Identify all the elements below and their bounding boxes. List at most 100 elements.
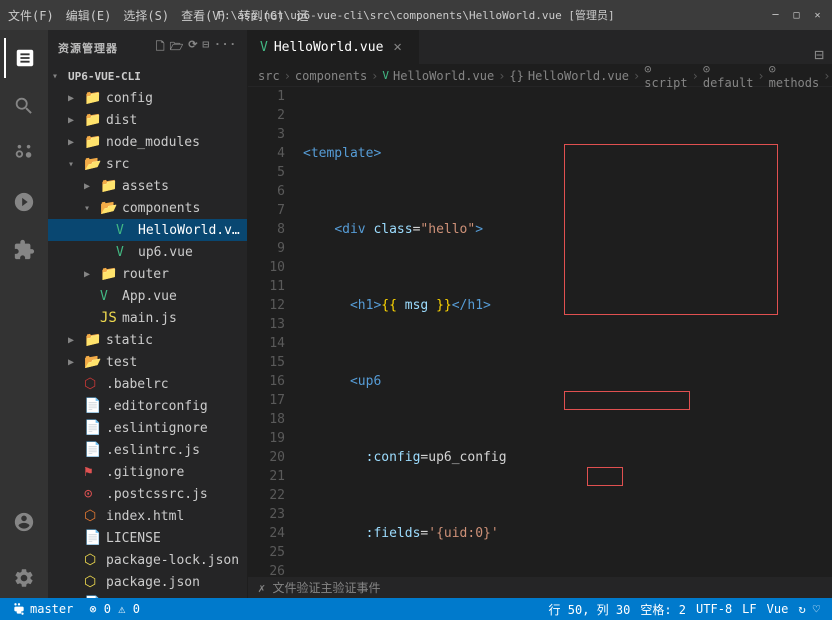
activity-extensions[interactable]	[4, 230, 44, 270]
status-line-ending[interactable]: LF	[738, 601, 760, 618]
activity-search[interactable]	[4, 86, 44, 126]
bc-default[interactable]: ⊙ default	[703, 62, 754, 90]
root-arrow: ▾	[52, 71, 68, 82]
branch-name: master	[30, 602, 73, 616]
sidebar-item-test[interactable]: ▶ 📂 test	[48, 351, 247, 373]
status-language[interactable]: Vue	[763, 601, 793, 618]
appvue-file-icon: V	[100, 289, 118, 304]
status-branch[interactable]: master	[8, 602, 77, 616]
sidebar-item-license[interactable]: ▶ 📄 LICENSE	[48, 527, 247, 549]
sidebar-item-postcss[interactable]: ▶ ⊙ .postcssrc.js	[48, 483, 247, 505]
new-file-icon[interactable]: 🗋	[156, 38, 166, 57]
new-folder-icon[interactable]: 🗁	[170, 38, 185, 57]
babelrc-icon: ⬡	[84, 376, 102, 392]
title-bar: 文件(F) 编辑(E) 选择(S) 查看(V) 转到(G) 运 F:\asp.n…	[0, 0, 832, 30]
helloworld-label: HelloWorld.vue	[138, 223, 247, 238]
tree-root[interactable]: ▾ UP6-VUE-CLI	[48, 65, 247, 87]
sidebar-actions[interactable]: 🗋 🗁 ⟳ ⊟ ···	[156, 38, 237, 57]
sidebar-item-eslintrc[interactable]: ▶ 📄 .eslintrc.js	[48, 439, 247, 461]
status-position[interactable]: 行 50, 列 30	[545, 601, 635, 618]
static-label: static	[106, 333, 153, 348]
nm-folder-icon: 📁	[84, 134, 102, 150]
sidebar-item-src[interactable]: ▾ 📂 src	[48, 153, 247, 175]
close-button[interactable]: ✕	[811, 9, 824, 22]
bottom-info-bar: ✗ 文件验证主验证事件	[248, 576, 832, 598]
bc-file[interactable]: HelloWorld.vue	[393, 69, 494, 83]
lic-label: LICENSE	[106, 531, 161, 546]
sidebar-item-assets[interactable]: ▶ 📁 assets	[48, 175, 247, 197]
collapse-icon[interactable]: ⊟	[203, 38, 211, 57]
babelrc-label: .babelrc	[106, 377, 169, 392]
sidebar-item-components[interactable]: ▾ 📂 components	[48, 197, 247, 219]
pc-icon: ⊙	[84, 486, 102, 502]
activity-settings[interactable]	[4, 558, 44, 598]
nm-arrow: ▶	[68, 137, 84, 148]
bc-obj[interactable]: {}	[509, 69, 523, 83]
more-icon[interactable]: ···	[214, 38, 237, 57]
sidebar-item-editorconfig[interactable]: ▶ 📄 .editorconfig	[48, 395, 247, 417]
sidebar-item-pkg[interactable]: ▶ ⬡ package.json	[48, 571, 247, 593]
helloworld-file-icon: V	[116, 223, 134, 238]
static-arrow: ▶	[68, 335, 84, 346]
activity-account[interactable]	[4, 502, 44, 542]
tab-helloworld[interactable]: V HelloWorld.vue ✕	[248, 30, 419, 64]
dist-folder-icon: 📁	[84, 112, 102, 128]
position-text: 行 50, 列 30	[549, 601, 631, 618]
sidebar-item-router[interactable]: ▶ 📁 router	[48, 263, 247, 285]
menu-edit[interactable]: 编辑(E)	[66, 7, 112, 24]
refresh-icon[interactable]: ⟳	[188, 38, 198, 57]
sidebar-item-static[interactable]: ▶ 📁 static	[48, 329, 247, 351]
sidebar-item-indexhtml[interactable]: ▶ ⬡ index.html	[48, 505, 247, 527]
assets-arrow: ▶	[84, 181, 100, 192]
menu-select[interactable]: 选择(S)	[123, 7, 169, 24]
bc-components[interactable]: components	[295, 69, 367, 83]
src-folder-icon: 📂	[84, 156, 102, 172]
bc-methods[interactable]: ⊙ methods	[769, 62, 820, 90]
sidebar-item-eslintignore[interactable]: ▶ 📄 .eslintignore	[48, 417, 247, 439]
sidebar-item-babelrc[interactable]: ▶ ⬡ .babelrc	[48, 373, 247, 395]
status-errors[interactable]: ⊗ 0 ⚠ 0	[85, 602, 144, 616]
menu-file[interactable]: 文件(F)	[8, 7, 54, 24]
status-spaces[interactable]: 空格: 2	[636, 601, 690, 618]
sidebar-item-mainjs[interactable]: ▶ JS main.js	[48, 307, 247, 329]
mainjs-file-icon: JS	[100, 310, 118, 326]
minimize-button[interactable]: ─	[769, 9, 782, 22]
comp-label: components	[122, 201, 200, 216]
code-content[interactable]: <template> <div class="hello"> <h1>{{ ms…	[293, 87, 832, 576]
sidebar-item-pkg-lock[interactable]: ▶ ⬡ package-lock.json	[48, 549, 247, 571]
sidebar-item-node_modules[interactable]: ▶ 📁 node_modules	[48, 131, 247, 153]
sidebar-item-appvue[interactable]: ▶ V App.vue	[48, 285, 247, 307]
sync-text: ↻ ♡	[798, 602, 820, 616]
window-controls[interactable]: ─ □ ✕	[769, 9, 824, 22]
gi-label: .gitignore	[106, 465, 184, 480]
tab-vue-icon: V	[260, 40, 268, 55]
sidebar-item-helloworld[interactable]: ▶ V HelloWorld.vue	[48, 219, 247, 241]
activity-source-control[interactable]	[4, 134, 44, 174]
router-arrow: ▶	[84, 269, 100, 280]
egi-icon: 📄	[84, 420, 102, 436]
router-label: router	[122, 267, 169, 282]
bc-src[interactable]: src	[258, 69, 280, 83]
up6vue-label: up6.vue	[138, 245, 193, 260]
sidebar-item-up6vue[interactable]: ▶ V up6.vue	[48, 241, 247, 263]
bc-script[interactable]: ⊙ script	[644, 62, 687, 90]
status-sync[interactable]: ↻ ♡	[794, 601, 824, 618]
activity-debug[interactable]	[4, 182, 44, 222]
breadcrumb: src › components › V HelloWorld.vue › {}…	[248, 65, 832, 87]
sidebar-item-config[interactable]: ▶ 📁 config	[48, 87, 247, 109]
sidebar-item-dist[interactable]: ▶ 📁 dist	[48, 109, 247, 131]
gi-icon: ⚑	[84, 464, 102, 480]
tab-close-button[interactable]: ✕	[389, 37, 405, 57]
activity-explorer[interactable]	[4, 38, 44, 78]
tab-label: HelloWorld.vue	[274, 40, 384, 55]
bottom-text: ✗ 文件验证主验证事件	[258, 579, 380, 596]
maximize-button[interactable]: □	[790, 9, 803, 22]
test-label: test	[106, 355, 137, 370]
sidebar-item-gitignore[interactable]: ▶ ⚑ .gitignore	[48, 461, 247, 483]
router-folder-icon: 📁	[100, 266, 118, 282]
status-encoding[interactable]: UTF-8	[692, 601, 736, 618]
bc-hw[interactable]: HelloWorld.vue	[528, 69, 629, 83]
code-editor[interactable]: 12345 678910 1112131415 1617181920 21222…	[248, 87, 832, 576]
tab-bar: V HelloWorld.vue ✕ ⊟	[248, 30, 832, 65]
pkg-label: package.json	[106, 575, 200, 590]
